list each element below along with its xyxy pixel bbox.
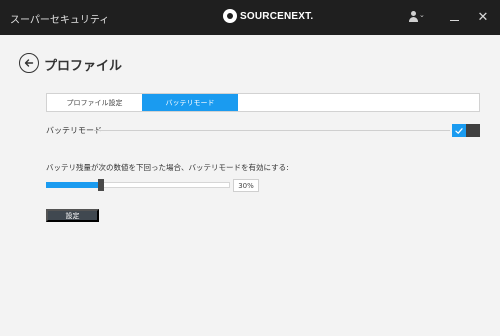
tab-profile-settings[interactable]: プロファイル設定 (47, 94, 142, 111)
checkmark-icon (455, 127, 463, 134)
toggle-on-segment (452, 124, 466, 137)
page-title: プロファイル (44, 59, 123, 74)
section-divider (94, 130, 450, 131)
app-name: スーパーセキュリティ (10, 15, 110, 26)
battery-threshold-slider[interactable] (46, 176, 230, 194)
close-icon: ✕ (477, 9, 489, 25)
battery-mode-toggle[interactable] (452, 124, 480, 137)
toggle-knob (466, 124, 480, 137)
title-bar: スーパーセキュリティ SOURCENEXT. ⌄ ✕ (0, 0, 500, 35)
sourcenext-logo-icon (223, 9, 237, 23)
chevron-down-icon: ⌄ (419, 11, 425, 19)
brand-name: SOURCENEXT. (240, 10, 314, 22)
tab-bar: プロファイル設定 バッテリモード (46, 93, 480, 112)
tab-battery-mode[interactable]: バッテリモード (142, 94, 238, 111)
back-button[interactable] (19, 53, 39, 73)
arrow-left-icon (24, 59, 34, 67)
user-menu-button[interactable]: ⌄ (405, 8, 427, 26)
slider-fill (46, 182, 101, 188)
brand-logo: SOURCENEXT. (223, 9, 313, 23)
minimize-icon (449, 19, 459, 21)
close-button[interactable]: ✕ (472, 8, 494, 26)
slider-thumb[interactable] (98, 179, 104, 191)
battery-threshold-label: バッテリ残量が次の数値を下回った場合、バッテリモードを有効にする: (46, 163, 289, 172)
minimize-button[interactable] (443, 8, 465, 26)
settings-button[interactable]: 設定 (46, 209, 99, 222)
battery-threshold-value: 30% (233, 179, 259, 192)
